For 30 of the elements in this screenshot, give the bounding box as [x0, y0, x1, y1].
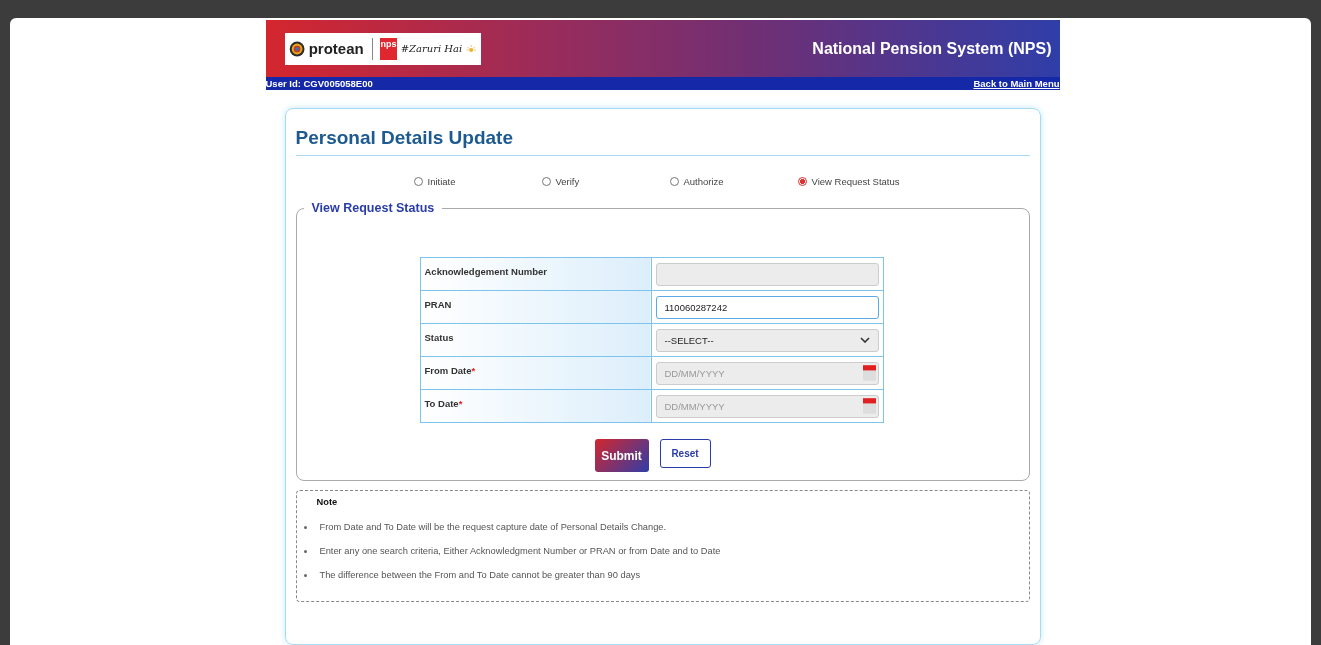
mode-radio[interactable]: View Request Status	[797, 176, 926, 187]
field-label: To Date*	[420, 389, 651, 423]
bullet-icon	[303, 525, 307, 529]
note-text: The difference between the From and To Date cannot be greater than 90 days	[319, 570, 641, 580]
site-title: National Pension System (NPS)	[812, 39, 1052, 58]
note-title: Note	[316, 497, 339, 507]
bullet-icon	[303, 549, 307, 553]
section-title: View Request Status	[310, 201, 436, 215]
user-id: User Id: CGV005058E00	[265, 78, 373, 89]
page-title: Personal Details Update	[295, 127, 1030, 156]
field-label: PRAN	[420, 290, 651, 324]
required-mark: *	[458, 398, 463, 409]
field-label: From Date*	[420, 356, 651, 390]
field-label: Status	[420, 323, 651, 357]
reset-button[interactable]: Reset	[659, 439, 711, 468]
note-text: Enter any one search criteria, Either Acknowledgment Number or PRAN or from Date and to Date	[319, 546, 721, 556]
bullet-icon	[303, 573, 307, 577]
required-mark: *	[471, 365, 476, 376]
input-field[interactable]: 110060287242	[655, 295, 879, 319]
mode-radio[interactable]: Authorize	[669, 176, 798, 187]
chevron-down-icon	[859, 337, 870, 343]
submit-button[interactable]: Submit	[594, 439, 649, 472]
nps-logo: nps	[380, 37, 397, 60]
field-label: Acknowledgement Number	[420, 257, 651, 291]
note-text: From Date and To Date will be the request capture date of Personal Details Change.	[319, 522, 667, 532]
brand-name: protean	[308, 40, 364, 57]
mode-radio[interactable]: Initiate	[413, 176, 542, 187]
mode-radio[interactable]: Verify	[541, 176, 670, 187]
tagline: #Zaruri Hai	[400, 43, 463, 54]
back-to-main-menu-link[interactable]: Back to Main Menu	[973, 78, 1060, 89]
